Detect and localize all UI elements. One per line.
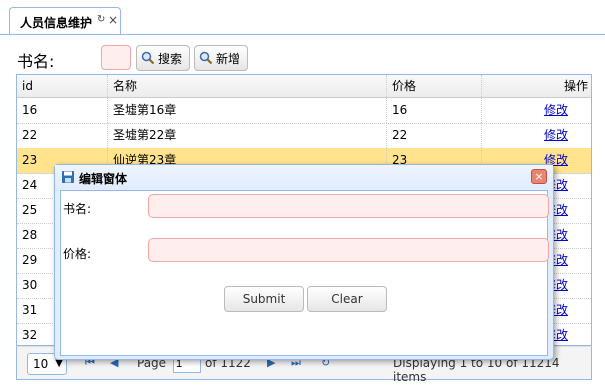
column-header-action: 操作 bbox=[563, 79, 588, 93]
submit-button[interactable]: Submit bbox=[224, 286, 304, 312]
cell-name: 圣墟第16章 bbox=[108, 98, 387, 123]
book-name-field-label: 书名: bbox=[63, 202, 92, 216]
table-row[interactable]: 22 圣墟第22章 22 修改 bbox=[17, 123, 591, 149]
dialog-header[interactable]: 编辑窗体 × bbox=[55, 165, 553, 189]
search-button-label: 搜索 bbox=[158, 51, 183, 66]
column-header-name[interactable]: 名称 bbox=[108, 75, 387, 97]
dialog-body: 书名: 价格: Submit Clear bbox=[60, 190, 549, 356]
cell-action: 修改 bbox=[482, 123, 591, 148]
grid-header: id 名称 价格 操作 bbox=[17, 75, 591, 98]
cell-name: 圣墟第22章 bbox=[108, 123, 387, 148]
search-icon bbox=[141, 51, 155, 65]
search-icon bbox=[199, 51, 213, 65]
column-header-id[interactable]: id bbox=[17, 75, 108, 97]
edit-dialog: 编辑窗体 × 书名: 价格: Submit Clear bbox=[54, 164, 554, 360]
cell-action: 修改 bbox=[482, 98, 591, 123]
book-name-search-input[interactable] bbox=[101, 45, 131, 70]
table-row[interactable]: 16 圣墟第16章 16 修改 bbox=[17, 98, 591, 124]
edit-link[interactable]: 修改 bbox=[544, 128, 568, 142]
price-field-label: 价格: bbox=[63, 247, 92, 261]
tab-title: 人员信息维护 bbox=[20, 16, 93, 30]
dialog-title: 编辑窗体 bbox=[79, 172, 128, 186]
book-name-label: 书名: bbox=[17, 52, 55, 71]
search-button[interactable]: 搜索 bbox=[136, 45, 190, 71]
book-name-field[interactable] bbox=[148, 194, 549, 218]
add-button-label: 新增 bbox=[216, 51, 241, 66]
close-icon[interactable]: × bbox=[108, 13, 118, 27]
close-icon[interactable]: × bbox=[531, 169, 547, 184]
tab-bar: 人员信息维护 ↻ × bbox=[0, 0, 605, 35]
cell-id: 22 bbox=[17, 123, 108, 148]
add-button[interactable]: 新增 bbox=[194, 45, 248, 71]
cell-price: 16 bbox=[387, 98, 482, 123]
cell-id: 16 bbox=[17, 98, 108, 123]
price-field[interactable] bbox=[148, 238, 549, 262]
column-header-price[interactable]: 价格 bbox=[387, 75, 482, 97]
clear-button[interactable]: Clear bbox=[307, 286, 387, 312]
cell-price: 22 bbox=[387, 123, 482, 148]
save-icon bbox=[62, 171, 74, 183]
page-size-value: 10 bbox=[33, 357, 49, 371]
refresh-icon[interactable]: ↻ bbox=[97, 14, 105, 25]
display-info: Displaying 1 to 10 of 11214 items bbox=[393, 356, 560, 384]
tab-person-info[interactable]: 人员信息维护 ↻ × bbox=[9, 7, 121, 34]
edit-link[interactable]: 修改 bbox=[544, 103, 568, 117]
